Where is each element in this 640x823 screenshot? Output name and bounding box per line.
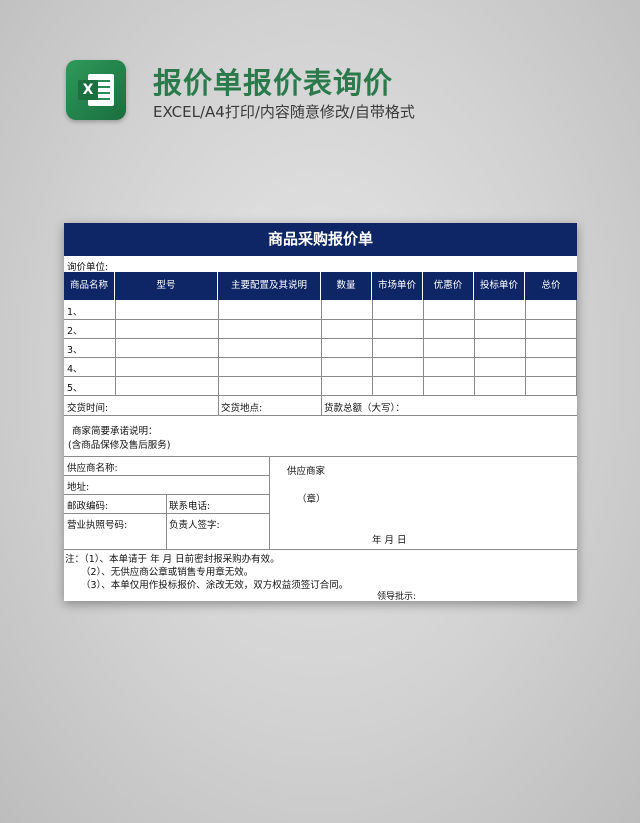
commitment-heading: 商家简要承诺说明： <box>72 426 158 437</box>
inquiry-unit-label: 询价单位: <box>67 262 109 273</box>
total-amount-label: 货款总额（大写）： <box>324 403 405 414</box>
supplier-label: 供应商家 <box>287 466 326 477</box>
postcode-label: 邮政编码: <box>67 501 109 512</box>
seal-label: （章） <box>297 494 326 505</box>
license-label: 营业执照号码: <box>67 520 128 531</box>
column-header: 优惠价 <box>423 272 474 300</box>
note-line-1: 注：（1）、本单请于 年 月 日前密封报采购办有效。 <box>65 554 280 565</box>
column-header: 市场单价 <box>372 272 423 300</box>
table-header-row: 商品名称 型号 主要配置及其说明 数量 市场单价 优惠价 投标单价 总价 <box>64 272 577 300</box>
delivery-time-label: 交货时间: <box>67 403 109 414</box>
phone-label: 联系电话: <box>169 501 211 512</box>
address-label: 地址: <box>67 482 90 493</box>
page-subtitle: EXCEL/A4打印/内容随意修改/自带格式 <box>153 103 415 121</box>
table-row: 5、 <box>67 383 83 394</box>
table-row: 1、 <box>67 307 83 318</box>
note-line-3: （3）、本单仅用作投标报价、涂改无效，双方权益须签订合同。 <box>81 580 349 591</box>
column-header: 总价 <box>541 280 561 291</box>
table-row: 4、 <box>67 364 83 375</box>
quote-sheet: 商品采购报价单 询价单位: 商品名称 型号 主要配置及其说明 数量 市场单价 优… <box>64 223 577 602</box>
supplier-name-label: 供应商名称: <box>67 463 118 474</box>
commitment-note: (含商品保修及售后服务) <box>68 440 171 451</box>
table-row: 3、 <box>67 345 83 356</box>
excel-x-badge: X <box>78 80 98 100</box>
approval-label: 领导批示: <box>377 592 417 602</box>
signer-label: 负责人签字: <box>169 520 220 531</box>
column-header: 数量 <box>321 272 372 300</box>
delivery-place-label: 交货地点: <box>221 403 263 414</box>
excel-logo-icon: X <box>66 60 126 120</box>
date-label: 年 月 日 <box>372 535 407 546</box>
column-header: 投标单价 <box>474 272 525 300</box>
page-title: 报价单报价表询价 <box>153 66 394 100</box>
column-header: 型号 <box>115 272 218 300</box>
column-header: 商品名称 <box>64 272 115 300</box>
column-header: 主要配置及其说明 <box>218 272 321 300</box>
table-row: 2、 <box>67 326 83 337</box>
note-line-2: （2）、无供应商公章或销售专用章无效。 <box>81 567 254 578</box>
form-title: 商品采购报价单 <box>64 223 577 256</box>
